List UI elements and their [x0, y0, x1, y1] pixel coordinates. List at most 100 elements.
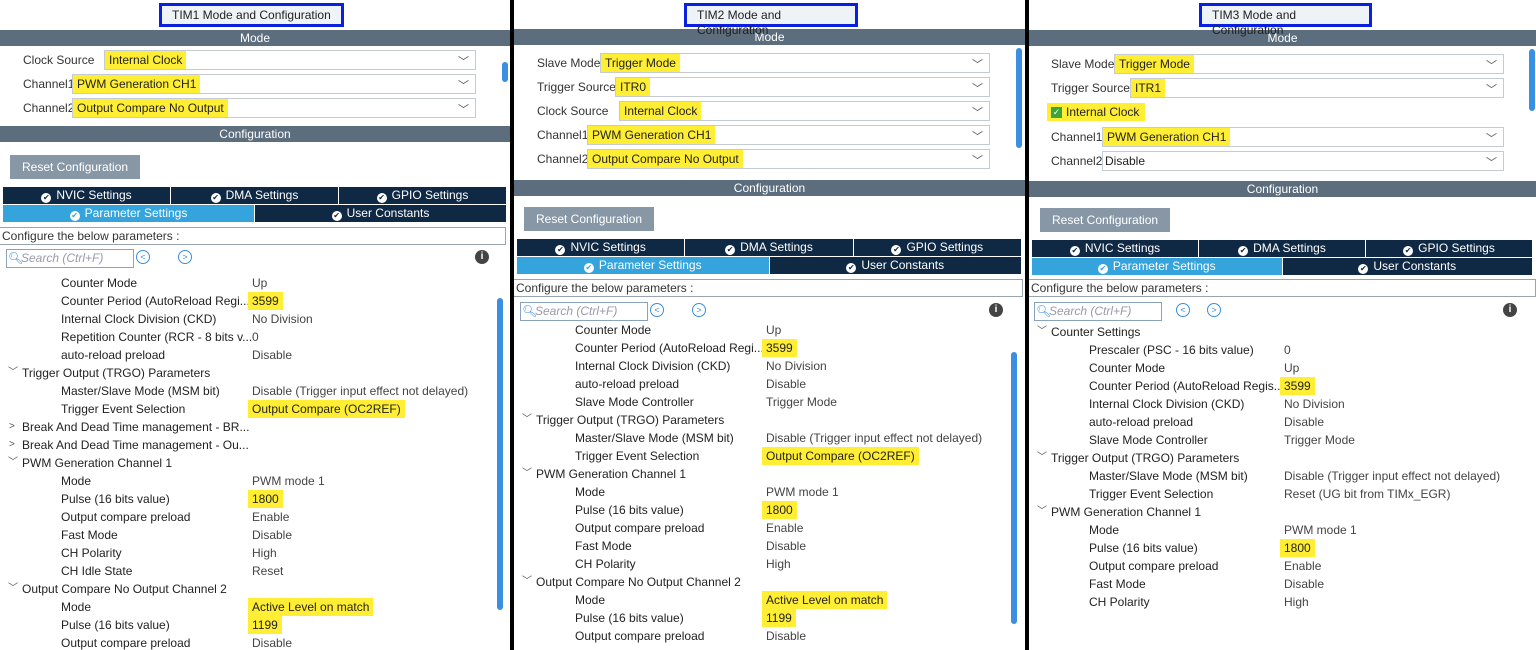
param-row[interactable]: Slave Mode Controller Trigger Mode	[1029, 431, 1517, 449]
param-row[interactable]: Output compare preload Disable	[514, 627, 1002, 645]
param-row[interactable]: Internal Clock Division (CKD) No Division	[1029, 395, 1517, 413]
param-group[interactable]: > Break And Dead Time management - Ou...	[0, 436, 488, 454]
previous-icon[interactable]: <	[1176, 303, 1190, 317]
next-icon[interactable]: >	[692, 303, 706, 317]
tab-gpio-settings[interactable]: ✔ GPIO Settings	[1366, 240, 1533, 257]
param-row[interactable]: Pulse (16 bits value) 1800	[514, 501, 1002, 519]
param-row[interactable]: auto-reload preload Disable	[0, 346, 488, 364]
configuration-section-bar[interactable]: Configuration	[1029, 181, 1536, 197]
tab-user-constants[interactable]: ✔ User Constants	[1282, 258, 1533, 275]
tab-parameter-settings[interactable]: ✔ Parameter Settings	[1032, 258, 1283, 275]
param-row[interactable]: Counter Period (AutoReload Regi... 3599	[0, 292, 488, 310]
param-row[interactable]: CH Polarity High	[514, 555, 1002, 573]
param-row[interactable]: Pulse (16 bits value) 1199	[514, 609, 1002, 627]
search-input[interactable]: 🔍︎ Search (Ctrl+F)	[520, 302, 648, 321]
tab-dma-settings[interactable]: ✔ DMA Settings	[171, 187, 339, 204]
mode-section-bar[interactable]: Mode	[514, 29, 1025, 45]
internal-clock-checkbox[interactable]: ✓ Internal Clock	[1047, 102, 1146, 122]
channel2-select[interactable]: Output Compare No Output ﹀	[587, 149, 990, 169]
params-scrollbar[interactable]	[1011, 352, 1017, 624]
param-row[interactable]: Mode Active Level on match	[0, 598, 488, 616]
next-icon[interactable]: >	[1207, 303, 1221, 317]
channel1-select[interactable]: PWM Generation CH1 ﹀	[1102, 127, 1504, 147]
tab-nvic-settings[interactable]: ✔ NVIC Settings	[517, 239, 686, 256]
param-group[interactable]: ﹀ PWM Generation Channel 1	[514, 465, 1002, 483]
info-icon[interactable]: i	[989, 303, 1003, 317]
search-input[interactable]: 🔍︎ Search (Ctrl+F)	[6, 249, 134, 268]
param-row[interactable]: CH Polarity High	[1029, 593, 1517, 611]
reset-configuration-button[interactable]: Reset Configuration	[10, 155, 141, 179]
param-row[interactable]: Output compare preload Enable	[514, 519, 1002, 537]
param-group[interactable]: ﹀ Trigger Output (TRGO) Parameters	[514, 411, 1002, 429]
param-row[interactable]: Counter Mode Up	[0, 274, 488, 292]
tab-dma-settings[interactable]: ✔ DMA Settings	[1199, 240, 1366, 257]
param-row[interactable]: Counter Period (AutoReload Regis... 3599	[1029, 377, 1517, 395]
slave-mode-select[interactable]: Trigger Mode ﹀	[600, 53, 990, 73]
mode-section-bar[interactable]: Mode	[0, 30, 510, 46]
configuration-section-bar[interactable]: Configuration	[514, 180, 1025, 196]
param-row[interactable]: Output compare preload Disable	[0, 634, 488, 650]
param-row[interactable]: Counter Mode Up	[514, 321, 1002, 339]
mode-scrollbar[interactable]	[502, 62, 508, 82]
param-row[interactable]: CH Polarity High	[0, 544, 488, 562]
reset-configuration-button[interactable]: Reset Configuration	[1040, 208, 1171, 232]
params-scrollbar[interactable]	[497, 298, 503, 610]
tab-parameter-settings[interactable]: ✔ Parameter Settings	[517, 257, 770, 274]
mode-scrollbar[interactable]	[1529, 49, 1535, 111]
param-group[interactable]: ﹀ Output Compare No Output Channel 2	[514, 573, 1002, 591]
param-row[interactable]: Master/Slave Mode (MSM bit) Disable (Trig…	[514, 429, 1002, 447]
param-row[interactable]: Mode PWM mode 1	[1029, 521, 1517, 539]
previous-icon[interactable]: <	[650, 303, 664, 317]
param-group[interactable]: ﹀ Trigger Output (TRGO) Parameters	[0, 364, 488, 382]
param-group[interactable]: > Break And Dead Time management - BR...	[0, 418, 488, 436]
param-row[interactable]: Output compare preload Enable	[1029, 557, 1517, 575]
param-group[interactable]: ﹀ Trigger Output (TRGO) Parameters	[1029, 449, 1517, 467]
param-row[interactable]: Trigger Event Selection Output Compare (O…	[514, 447, 1002, 465]
next-icon[interactable]: >	[178, 250, 192, 264]
slave-mode-select[interactable]: Trigger Mode ﹀	[1114, 54, 1504, 74]
param-row[interactable]: Fast Mode Disable	[514, 537, 1002, 555]
previous-icon[interactable]: <	[136, 250, 150, 264]
channel1-select[interactable]: PWM Generation CH1 ﹀	[587, 125, 990, 145]
param-row[interactable]: Mode Active Level on match	[514, 591, 1002, 609]
channel1-select[interactable]: PWM Generation CH1 ﹀	[72, 74, 476, 94]
clock-source-select[interactable]: Internal Clock ﹀	[104, 50, 476, 70]
param-row[interactable]: Internal Clock Division (CKD) No Division	[0, 310, 488, 328]
channel2-select[interactable]: Output Compare No Output ﹀	[72, 98, 476, 118]
param-row[interactable]: Fast Mode Disable	[0, 526, 488, 544]
param-row[interactable]: Output compare preload Enable	[0, 508, 488, 526]
param-row[interactable]: Slave Mode Controller Trigger Mode	[514, 393, 1002, 411]
tab-dma-settings[interactable]: ✔ DMA Settings	[685, 239, 854, 256]
param-group[interactable]: ﹀ Output Compare No Output Channel 2	[0, 580, 488, 598]
param-row[interactable]: auto-reload preload Disable	[514, 375, 1002, 393]
param-row[interactable]: Mode PWM mode 1	[514, 483, 1002, 501]
param-row[interactable]: Fast Mode Disable	[1029, 575, 1517, 593]
param-row[interactable]: Counter Mode Up	[1029, 359, 1517, 377]
tab-parameter-settings[interactable]: ✔ Parameter Settings	[3, 205, 255, 222]
mode-scrollbar[interactable]	[1016, 48, 1022, 148]
param-row[interactable]: CH Idle State Reset	[0, 562, 488, 580]
param-group[interactable]: ﹀ PWM Generation Channel 1	[1029, 503, 1517, 521]
param-row[interactable]: Repetition Counter (RCR - 8 bits v... 0	[0, 328, 488, 346]
param-row[interactable]: Pulse (16 bits value) 1800	[1029, 539, 1517, 557]
tab-nvic-settings[interactable]: ✔ NVIC Settings	[3, 187, 171, 204]
param-row[interactable]: Master/Slave Mode (MSM bit) Disable (Trig…	[1029, 467, 1517, 485]
tab-user-constants[interactable]: ✔ User Constants	[255, 205, 507, 222]
info-icon[interactable]: i	[475, 250, 489, 264]
param-row[interactable]: auto-reload preload Disable	[1029, 413, 1517, 431]
trigger-source-select[interactable]: ITR1 ﹀	[1130, 78, 1504, 98]
reset-configuration-button[interactable]: Reset Configuration	[524, 207, 655, 231]
param-row[interactable]: Trigger Event Selection Reset (UG bit fro…	[1029, 485, 1517, 503]
param-row[interactable]: Pulse (16 bits value) 1199	[0, 616, 488, 634]
trigger-source-select[interactable]: ITR0 ﹀	[615, 77, 990, 97]
param-group[interactable]: ﹀ PWM Generation Channel 1	[0, 454, 488, 472]
param-row[interactable]: Internal Clock Division (CKD) No Division	[514, 357, 1002, 375]
clock-source-select[interactable]: Internal Clock ﹀	[619, 101, 990, 121]
param-row[interactable]: Master/Slave Mode (MSM bit) Disable (Trig…	[0, 382, 488, 400]
tab-gpio-settings[interactable]: ✔ GPIO Settings	[339, 187, 507, 204]
search-input[interactable]: 🔍︎ Search (Ctrl+F)	[1034, 302, 1162, 321]
param-row[interactable]: Pulse (16 bits value) 1800	[0, 490, 488, 508]
param-group[interactable]: ﹀ Counter Settings	[1029, 323, 1517, 341]
param-row[interactable]: Trigger Event Selection Output Compare (O…	[0, 400, 488, 418]
param-row[interactable]: Prescaler (PSC - 16 bits value) 0	[1029, 341, 1517, 359]
